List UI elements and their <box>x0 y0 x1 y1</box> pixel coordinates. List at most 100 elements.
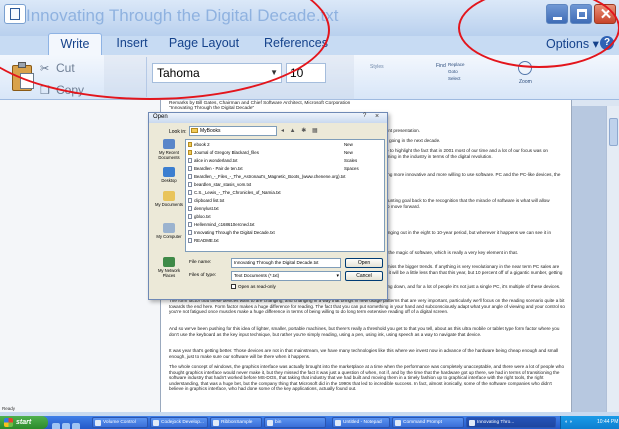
paste-icon[interactable] <box>12 61 36 91</box>
taskbar-button-label: Untitled - Notepad <box>343 420 382 425</box>
app-icon <box>267 420 273 426</box>
dialog-toolbar[interactable]: ◂ ▲ ✱ ▦ <box>281 127 320 134</box>
place-my-network-places[interactable]: My Network Places <box>152 257 186 278</box>
tab-page-layout[interactable]: Page Layout <box>168 33 240 55</box>
file-list[interactable]: ebook 2 Journal of Gregory Blackard_files… <box>185 139 385 252</box>
recent-documents-icon <box>163 139 175 149</box>
file-list-item[interactable]: Journal of Gregory Blackard_files <box>188 150 259 156</box>
file-name-input[interactable]: Innovating Through the Digital Decade.tx… <box>231 258 341 268</box>
file-type-label: Files of type: <box>189 273 217 278</box>
help-icon[interactable]: ? <box>600 36 614 50</box>
file-name-text: Beardlen_-_Files_-_The_Astronaut's_Magne… <box>194 174 346 179</box>
text-file-icon <box>188 190 192 195</box>
tray-icons[interactable]: ◐◑ <box>565 419 573 425</box>
minimize-button[interactable] <box>546 4 568 24</box>
read-only-checkbox[interactable]: Open as read-only <box>231 284 276 289</box>
taskbar-button[interactable]: Command Prompt <box>392 417 464 428</box>
text-file-icon <box>188 206 192 211</box>
file-name-text: dennylust.txt <box>194 206 219 211</box>
file-list-item[interactable]: README.txt <box>188 238 219 244</box>
start-button[interactable]: start <box>0 416 48 429</box>
file-list-item[interactable]: gbloo.txt <box>188 214 211 220</box>
look-in-combo[interactable]: MyBooks <box>189 126 277 136</box>
goto-command[interactable]: Goto <box>448 68 465 75</box>
place-my-computer[interactable]: My Computer <box>152 223 186 239</box>
quick-launch[interactable] <box>52 418 86 429</box>
taskbar-button[interactable]: Volume Control <box>92 417 148 428</box>
tab-insert[interactable]: Insert <box>110 33 154 55</box>
app-icon <box>153 420 159 426</box>
file-list-item[interactable]: Innovating Through the Digital Decade.tx… <box>188 230 275 236</box>
chevron-down-icon[interactable]: ▼ <box>270 64 278 82</box>
file-list-item[interactable]: Scales <box>344 158 357 164</box>
restore-button[interactable] <box>570 4 592 24</box>
start-label: start <box>16 419 32 426</box>
checkbox-box[interactable] <box>231 284 236 289</box>
document-text: the PowerPoint presentation. <box>361 128 420 133</box>
file-name-text: README.txt <box>194 238 219 243</box>
cancel-button[interactable]: Cancel <box>345 271 383 281</box>
file-list-item[interactable]: clipboard list.txt <box>188 198 224 204</box>
text-file-icon <box>188 174 192 179</box>
text-file-icon <box>188 222 192 227</box>
file-type-value: Text Documents (*.txt) <box>234 273 280 278</box>
taskbar-button[interactable]: bin <box>264 417 326 428</box>
file-list-item[interactable]: Hellenmind_c168610ercned.txt <box>188 222 255 228</box>
file-list-item[interactable]: ebook 2 <box>188 142 210 148</box>
file-type-select[interactable]: Text Documents (*.txt) ▾ <box>231 271 341 281</box>
copy-button[interactable]: ❐ Copy <box>40 83 85 97</box>
cut-button[interactable]: ✂ Cut <box>40 61 75 75</box>
font-name-combo[interactable]: Tahoma ▼ <box>152 63 282 83</box>
desktop-icon <box>163 167 175 177</box>
file-name-text: C.S._Lewis_-_The_Chronicles_of_Narnia.tx… <box>194 190 281 195</box>
open-button[interactable]: Open <box>345 258 383 268</box>
place-label: My Recent Documents <box>158 150 180 160</box>
taskbar-button[interactable]: Innovating Thro... <box>466 417 556 428</box>
zoom-icon[interactable] <box>518 61 532 75</box>
file-list-item[interactable]: C.S._Lewis_-_The_Chronicles_of_Narnia.tx… <box>188 190 281 196</box>
taskbar-button[interactable]: Untitled - Notepad <box>332 417 390 428</box>
select-command[interactable]: Select <box>448 75 465 82</box>
file-list-item[interactable]: New <box>344 142 353 148</box>
close-icon: ✕ <box>599 6 613 23</box>
place-desktop[interactable]: Desktop <box>152 167 186 183</box>
status-text: Ready <box>2 406 16 411</box>
document-paragraph: The whole concept of windows, the graphi… <box>169 364 565 392</box>
dialog-close-icon[interactable]: × <box>375 113 379 120</box>
tab-write[interactable]: Write <box>48 33 102 55</box>
replace-command[interactable]: Replace <box>448 61 465 68</box>
tab-references[interactable]: References <box>256 33 336 55</box>
find-button[interactable]: Find <box>436 63 446 69</box>
file-list-item[interactable]: New <box>344 150 353 156</box>
place-my-recent-documents[interactable]: My Recent Documents <box>152 139 186 160</box>
taskbar-button[interactable]: RibbonSample <box>210 417 262 428</box>
file-list-item[interactable]: Beardlen - Pair de ten.txt <box>188 166 243 172</box>
look-in-label: Look in: <box>169 129 187 135</box>
place-label: My Network Places <box>157 268 181 278</box>
file-list-item[interactable]: dennylust.txt <box>188 206 219 212</box>
close-button[interactable]: ✕ <box>594 4 616 24</box>
scissors-icon: ✂ <box>40 63 50 75</box>
document-icon <box>10 8 20 20</box>
chevron-down-icon[interactable]: ▾ <box>336 272 339 280</box>
ribbon-tabs: Write Insert Page Layout References Opti… <box>0 31 619 55</box>
file-list-item[interactable]: Spaces <box>344 166 359 172</box>
application-menu-button[interactable] <box>4 4 26 24</box>
copy-label: Copy <box>56 83 85 97</box>
options-menu[interactable]: Options ▾ <box>546 36 599 51</box>
dialog-help-icon[interactable]: ? <box>363 113 366 119</box>
place-label: Desktop <box>161 178 177 183</box>
file-list-item[interactable]: alice in wonderland.txt <box>188 158 237 164</box>
font-size-combo[interactable]: 10 <box>286 63 326 83</box>
minimize-icon <box>553 17 562 20</box>
scrollbar-thumb[interactable] <box>609 118 618 146</box>
place-my-documents[interactable]: My Documents <box>152 191 186 207</box>
document-text: technology is going in the next decade. <box>361 138 441 143</box>
zoom-label: Zoom <box>519 79 532 85</box>
vertical-scrollbar[interactable] <box>606 106 619 412</box>
file-list-item[interactable]: beardlen_star_stasis_vom.txt <box>188 182 251 188</box>
ribbon-window-chrome: Innovating Through the Digital Decade.tx… <box>0 0 619 105</box>
file-list-item[interactable]: Beardlen_-_Files_-_The_Astronaut's_Magne… <box>188 174 345 180</box>
taskbar-button[interactable]: Codejock Develop... <box>150 417 208 428</box>
folder-icon <box>191 128 198 133</box>
